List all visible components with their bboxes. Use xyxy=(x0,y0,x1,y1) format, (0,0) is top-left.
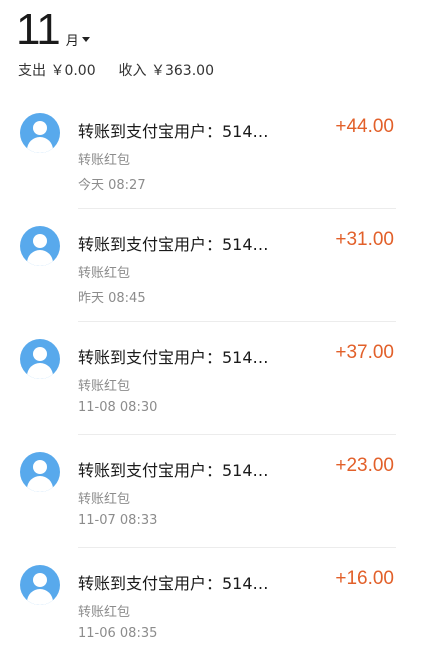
expense-label: 支出 xyxy=(18,63,46,79)
transaction-amount: +44.00 xyxy=(335,116,394,137)
month-selector[interactable]: 11 月 xyxy=(16,2,90,52)
avatar-body-shape xyxy=(27,476,53,492)
transaction-row[interactable]: 转账到支付宝用户：514… 转账红包 11-07 08:33 +23.00 xyxy=(0,435,438,548)
transaction-row[interactable]: 转账到支付宝用户：514… 转账红包 今天 08:27 +44.00 xyxy=(0,96,438,209)
month-summary: 支出 ￥0.00 收入 ￥363.00 xyxy=(18,60,214,80)
transaction-time: 11-07 08:33 xyxy=(78,513,158,528)
avatar-head-shape xyxy=(33,347,47,361)
caret-down-icon[interactable] xyxy=(81,37,90,42)
month-unit: 月 xyxy=(65,34,79,49)
expense-value: ￥0.00 xyxy=(50,63,96,79)
avatar-body-shape xyxy=(27,137,53,153)
transaction-subtitle: 转账红包 xyxy=(78,153,131,168)
transaction-title: 转账到支付宝用户：514… xyxy=(78,348,269,367)
transaction-row[interactable]: 转账到支付宝用户：514… 转账红包 11-08 08:30 +37.00 xyxy=(0,322,438,435)
transaction-subtitle: 转账红包 xyxy=(78,605,131,620)
avatar-head-shape xyxy=(33,121,47,135)
user-avatar-icon xyxy=(20,226,60,266)
avatar-head-shape xyxy=(33,460,47,474)
transaction-title: 转账到支付宝用户：514… xyxy=(78,235,269,254)
user-avatar-icon xyxy=(20,565,60,605)
avatar-body-shape xyxy=(27,589,53,605)
avatar-body-shape xyxy=(27,250,53,266)
transaction-time: 今天 08:27 xyxy=(78,178,146,193)
transaction-amount: +23.00 xyxy=(335,455,394,476)
user-avatar-icon xyxy=(20,113,60,153)
transaction-time: 11-08 08:30 xyxy=(78,400,158,415)
transaction-time: 昨天 08:45 xyxy=(78,291,146,306)
user-avatar-icon xyxy=(20,339,60,379)
transaction-list: 转账到支付宝用户：514… 转账红包 今天 08:27 +44.00 转账到支付… xyxy=(0,96,438,661)
transaction-row[interactable]: 转账到支付宝用户：514… 转账红包 11-06 08:35 +16.00 xyxy=(0,548,438,661)
user-avatar-icon xyxy=(20,452,60,492)
income-value: ￥363.00 xyxy=(150,63,214,79)
transaction-amount: +16.00 xyxy=(335,568,394,589)
income-label: 收入 xyxy=(118,63,147,79)
transaction-row[interactable]: 转账到支付宝用户：514… 转账红包 昨天 08:45 +31.00 xyxy=(0,209,438,322)
avatar-head-shape xyxy=(33,573,47,587)
bill-header: 11 月 支出 ￥0.00 收入 ￥363.00 xyxy=(16,0,426,90)
transaction-title: 转账到支付宝用户：514… xyxy=(78,574,269,593)
avatar-head-shape xyxy=(33,234,47,248)
transaction-subtitle: 转账红包 xyxy=(78,492,131,507)
month-number: 11 xyxy=(16,5,61,54)
transaction-subtitle: 转账红包 xyxy=(78,266,131,281)
transaction-amount: +37.00 xyxy=(335,342,394,363)
transaction-title: 转账到支付宝用户：514… xyxy=(78,122,269,141)
avatar-body-shape xyxy=(27,363,53,379)
transaction-time: 11-06 08:35 xyxy=(78,626,158,641)
transaction-amount: +31.00 xyxy=(335,229,394,250)
transaction-title: 转账到支付宝用户：514… xyxy=(78,461,269,480)
transaction-subtitle: 转账红包 xyxy=(78,379,131,394)
